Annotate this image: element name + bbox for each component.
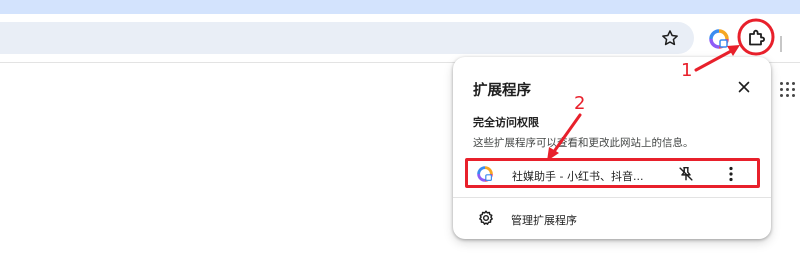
extensions-button[interactable] (740, 22, 772, 54)
extensions-panel: 扩展程序 完全访问权限 这些扩展程序可以查看和更改此网站上的信息。 社媒助手 -… (453, 57, 771, 239)
address-bar[interactable] (0, 22, 694, 54)
browser-toolbar (0, 14, 800, 63)
toolbar-divider (780, 36, 782, 52)
extension-name: 社媒助手 - 小红书、抖音... (512, 170, 644, 183)
tab-strip (0, 0, 800, 14)
panel-title: 扩展程序 (473, 83, 531, 99)
colorful-ring-icon (477, 166, 493, 182)
manage-extensions-button[interactable]: 管理扩展程序 (465, 205, 761, 231)
panel-divider (453, 197, 771, 198)
colorful-ring-icon[interactable] (709, 29, 729, 49)
puzzle-icon (749, 29, 765, 46)
section-title: 完全访问权限 (473, 116, 539, 129)
extension-item[interactable]: 社媒助手 - 小红书、抖音... (465, 160, 761, 188)
section-description: 这些扩展程序可以查看和更改此网站上的信息。 (473, 137, 694, 149)
apps-grid-icon[interactable] (779, 81, 795, 97)
more-vert-icon[interactable] (723, 165, 739, 183)
gear-icon (479, 210, 493, 225)
pin-off-icon[interactable] (677, 165, 695, 183)
star-icon[interactable] (660, 28, 680, 48)
close-icon[interactable] (734, 77, 754, 97)
manage-extensions-label: 管理扩展程序 (511, 214, 577, 227)
